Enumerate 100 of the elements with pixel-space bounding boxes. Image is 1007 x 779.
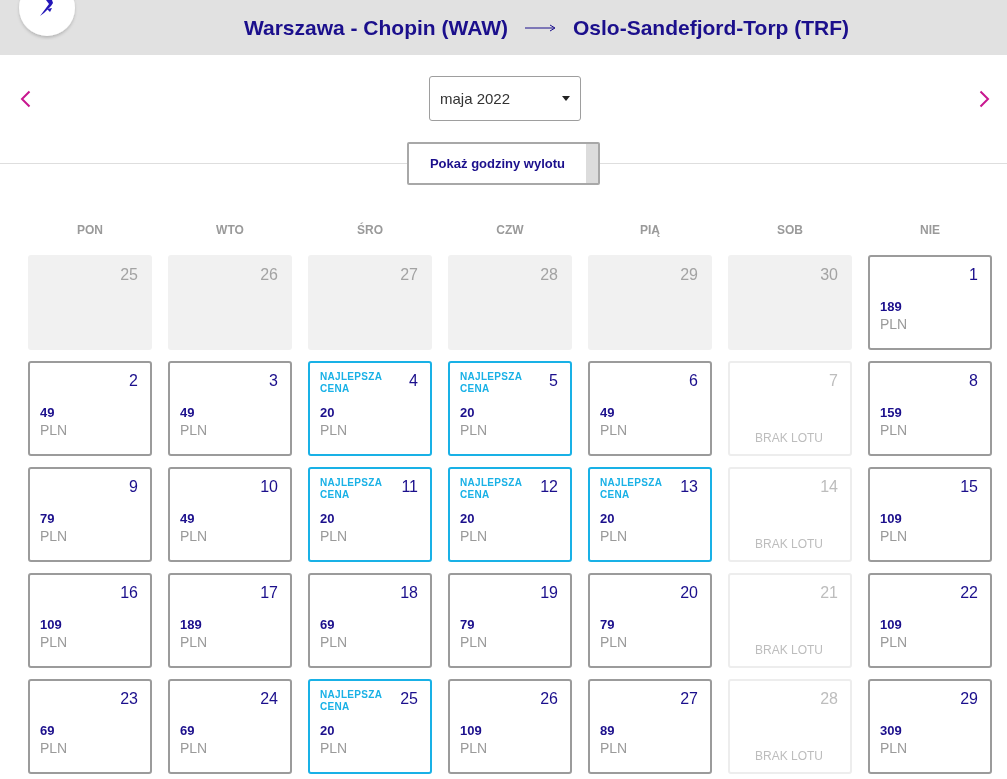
day-number: 10: [260, 477, 278, 497]
price-amount: 20: [460, 405, 475, 421]
currency-label: PLN: [600, 739, 628, 757]
day-cell[interactable]: 3 49 PLN: [168, 361, 292, 456]
day-cell[interactable]: 15 109 PLN: [868, 467, 992, 562]
weekday-label: ŚRO: [357, 223, 383, 237]
currency-label: PLN: [880, 633, 908, 651]
month-select[interactable]: maja 2022: [429, 76, 581, 121]
price-amount: 109: [40, 617, 62, 633]
caret-icon: [562, 96, 570, 101]
weekday-label: WTO: [216, 223, 244, 237]
day-number: 9: [129, 477, 138, 497]
day-cell[interactable]: 6 49 PLN: [588, 361, 712, 456]
day-cell[interactable]: NAJLEPSZA CENA 11 20 PLN: [308, 467, 432, 562]
weekday-label: SOB: [777, 223, 803, 237]
day-cell[interactable]: 16 109 PLN: [28, 573, 152, 668]
price-amount: 159: [880, 405, 902, 421]
best-price-label: NAJLEPSZA CENA: [460, 477, 523, 501]
day-cell[interactable]: NAJLEPSZA CENA 13 20 PLN: [588, 467, 712, 562]
day-number: 8: [969, 371, 978, 391]
currency-label: PLN: [460, 739, 488, 757]
price-amount: 79: [460, 617, 475, 633]
day-cell[interactable]: NAJLEPSZA CENA 4 20 PLN: [308, 361, 432, 456]
day-cell[interactable]: 24 69 PLN: [168, 679, 292, 774]
day-cell[interactable]: 9 79 PLN: [28, 467, 152, 562]
day-number: 30: [820, 265, 838, 285]
currency-label: PLN: [320, 527, 348, 545]
currency-label: PLN: [460, 527, 488, 545]
day-cell[interactable]: 20 79 PLN: [588, 573, 712, 668]
day-number: 25: [400, 689, 418, 709]
show-departure-times-button[interactable]: Pokaż godziny wylotu: [407, 142, 600, 185]
arrow-icon: [525, 23, 556, 32]
weekday-label: NIE: [920, 223, 940, 237]
currency-label: PLN: [180, 739, 208, 757]
currency-label: PLN: [40, 421, 68, 439]
currency-label: PLN: [320, 421, 348, 439]
price-amount: 109: [880, 617, 902, 633]
price-amount: 20: [320, 405, 335, 421]
day-number: 20: [680, 583, 698, 603]
price-amount: 79: [40, 511, 55, 527]
best-price-label: NAJLEPSZA CENA: [320, 689, 383, 713]
day-cell[interactable]: NAJLEPSZA CENA 5 20 PLN: [448, 361, 572, 456]
price-amount: 20: [320, 723, 335, 739]
currency-label: PLN: [40, 739, 68, 757]
day-number: 29: [960, 689, 978, 709]
no-flight-label: BRAK LOTU: [755, 748, 823, 764]
currency-label: PLN: [600, 527, 628, 545]
price-amount: 189: [180, 617, 202, 633]
day-number: 28: [820, 689, 838, 709]
currency-label: PLN: [600, 633, 628, 651]
price-amount: 49: [600, 405, 615, 421]
no-flight-label: BRAK LOTU: [755, 642, 823, 658]
day-cell[interactable]: 26 109 PLN: [448, 679, 572, 774]
best-price-label: NAJLEPSZA CENA: [460, 371, 523, 395]
price-amount: 20: [460, 511, 475, 527]
day-number: 26: [260, 265, 278, 285]
day-number: 7: [829, 371, 838, 391]
day-number: 27: [400, 265, 418, 285]
day-cell[interactable]: 2 49 PLN: [28, 361, 152, 456]
day-cell[interactable]: 23 69 PLN: [28, 679, 152, 774]
day-cell[interactable]: 1 189 PLN: [868, 255, 992, 350]
price-amount: 79: [600, 617, 615, 633]
price-amount: 49: [40, 405, 55, 421]
price-amount: 89: [600, 723, 615, 739]
currency-label: PLN: [320, 633, 348, 651]
day-number: 5: [549, 371, 558, 391]
day-cell[interactable]: 18 69 PLN: [308, 573, 432, 668]
day-number: 27: [680, 689, 698, 709]
day-number: 4: [409, 371, 418, 391]
day-cell[interactable]: NAJLEPSZA CENA 12 20 PLN: [448, 467, 572, 562]
currency-label: PLN: [320, 739, 348, 757]
currency-label: PLN: [180, 633, 208, 651]
day-number: 23: [120, 689, 138, 709]
day-cell[interactable]: 29 309 PLN: [868, 679, 992, 774]
chevron-left-icon[interactable]: [20, 89, 31, 108]
day-number: 28: [540, 265, 558, 285]
price-amount: 189: [880, 299, 902, 315]
currency-label: PLN: [880, 527, 908, 545]
destination-airport: Oslo-Sandefjord-Torp (TRF): [573, 15, 850, 40]
day-number: 15: [960, 477, 978, 497]
weekday-label: PON: [77, 223, 103, 237]
day-cell[interactable]: 19 79 PLN: [448, 573, 572, 668]
day-cell[interactable]: 22 109 PLN: [868, 573, 992, 668]
currency-label: PLN: [460, 633, 488, 651]
day-cell[interactable]: NAJLEPSZA CENA 25 20 PLN: [308, 679, 432, 774]
day-cell[interactable]: 17 189 PLN: [168, 573, 292, 668]
price-amount: 69: [180, 723, 195, 739]
day-cell[interactable]: 27 89 PLN: [588, 679, 712, 774]
day-cell[interactable]: 10 49 PLN: [168, 467, 292, 562]
day-number: 17: [260, 583, 278, 603]
weekday-label: PIĄ: [640, 223, 660, 237]
price-amount: 109: [460, 723, 482, 739]
currency-label: PLN: [180, 421, 208, 439]
day-number: 18: [400, 583, 418, 603]
currency-label: PLN: [600, 421, 628, 439]
day-cell[interactable]: 8 159 PLN: [868, 361, 992, 456]
price-amount: 69: [40, 723, 55, 739]
currency-label: PLN: [880, 421, 908, 439]
chevron-right-icon[interactable]: [979, 89, 990, 108]
weekday-label: CZW: [496, 223, 524, 237]
